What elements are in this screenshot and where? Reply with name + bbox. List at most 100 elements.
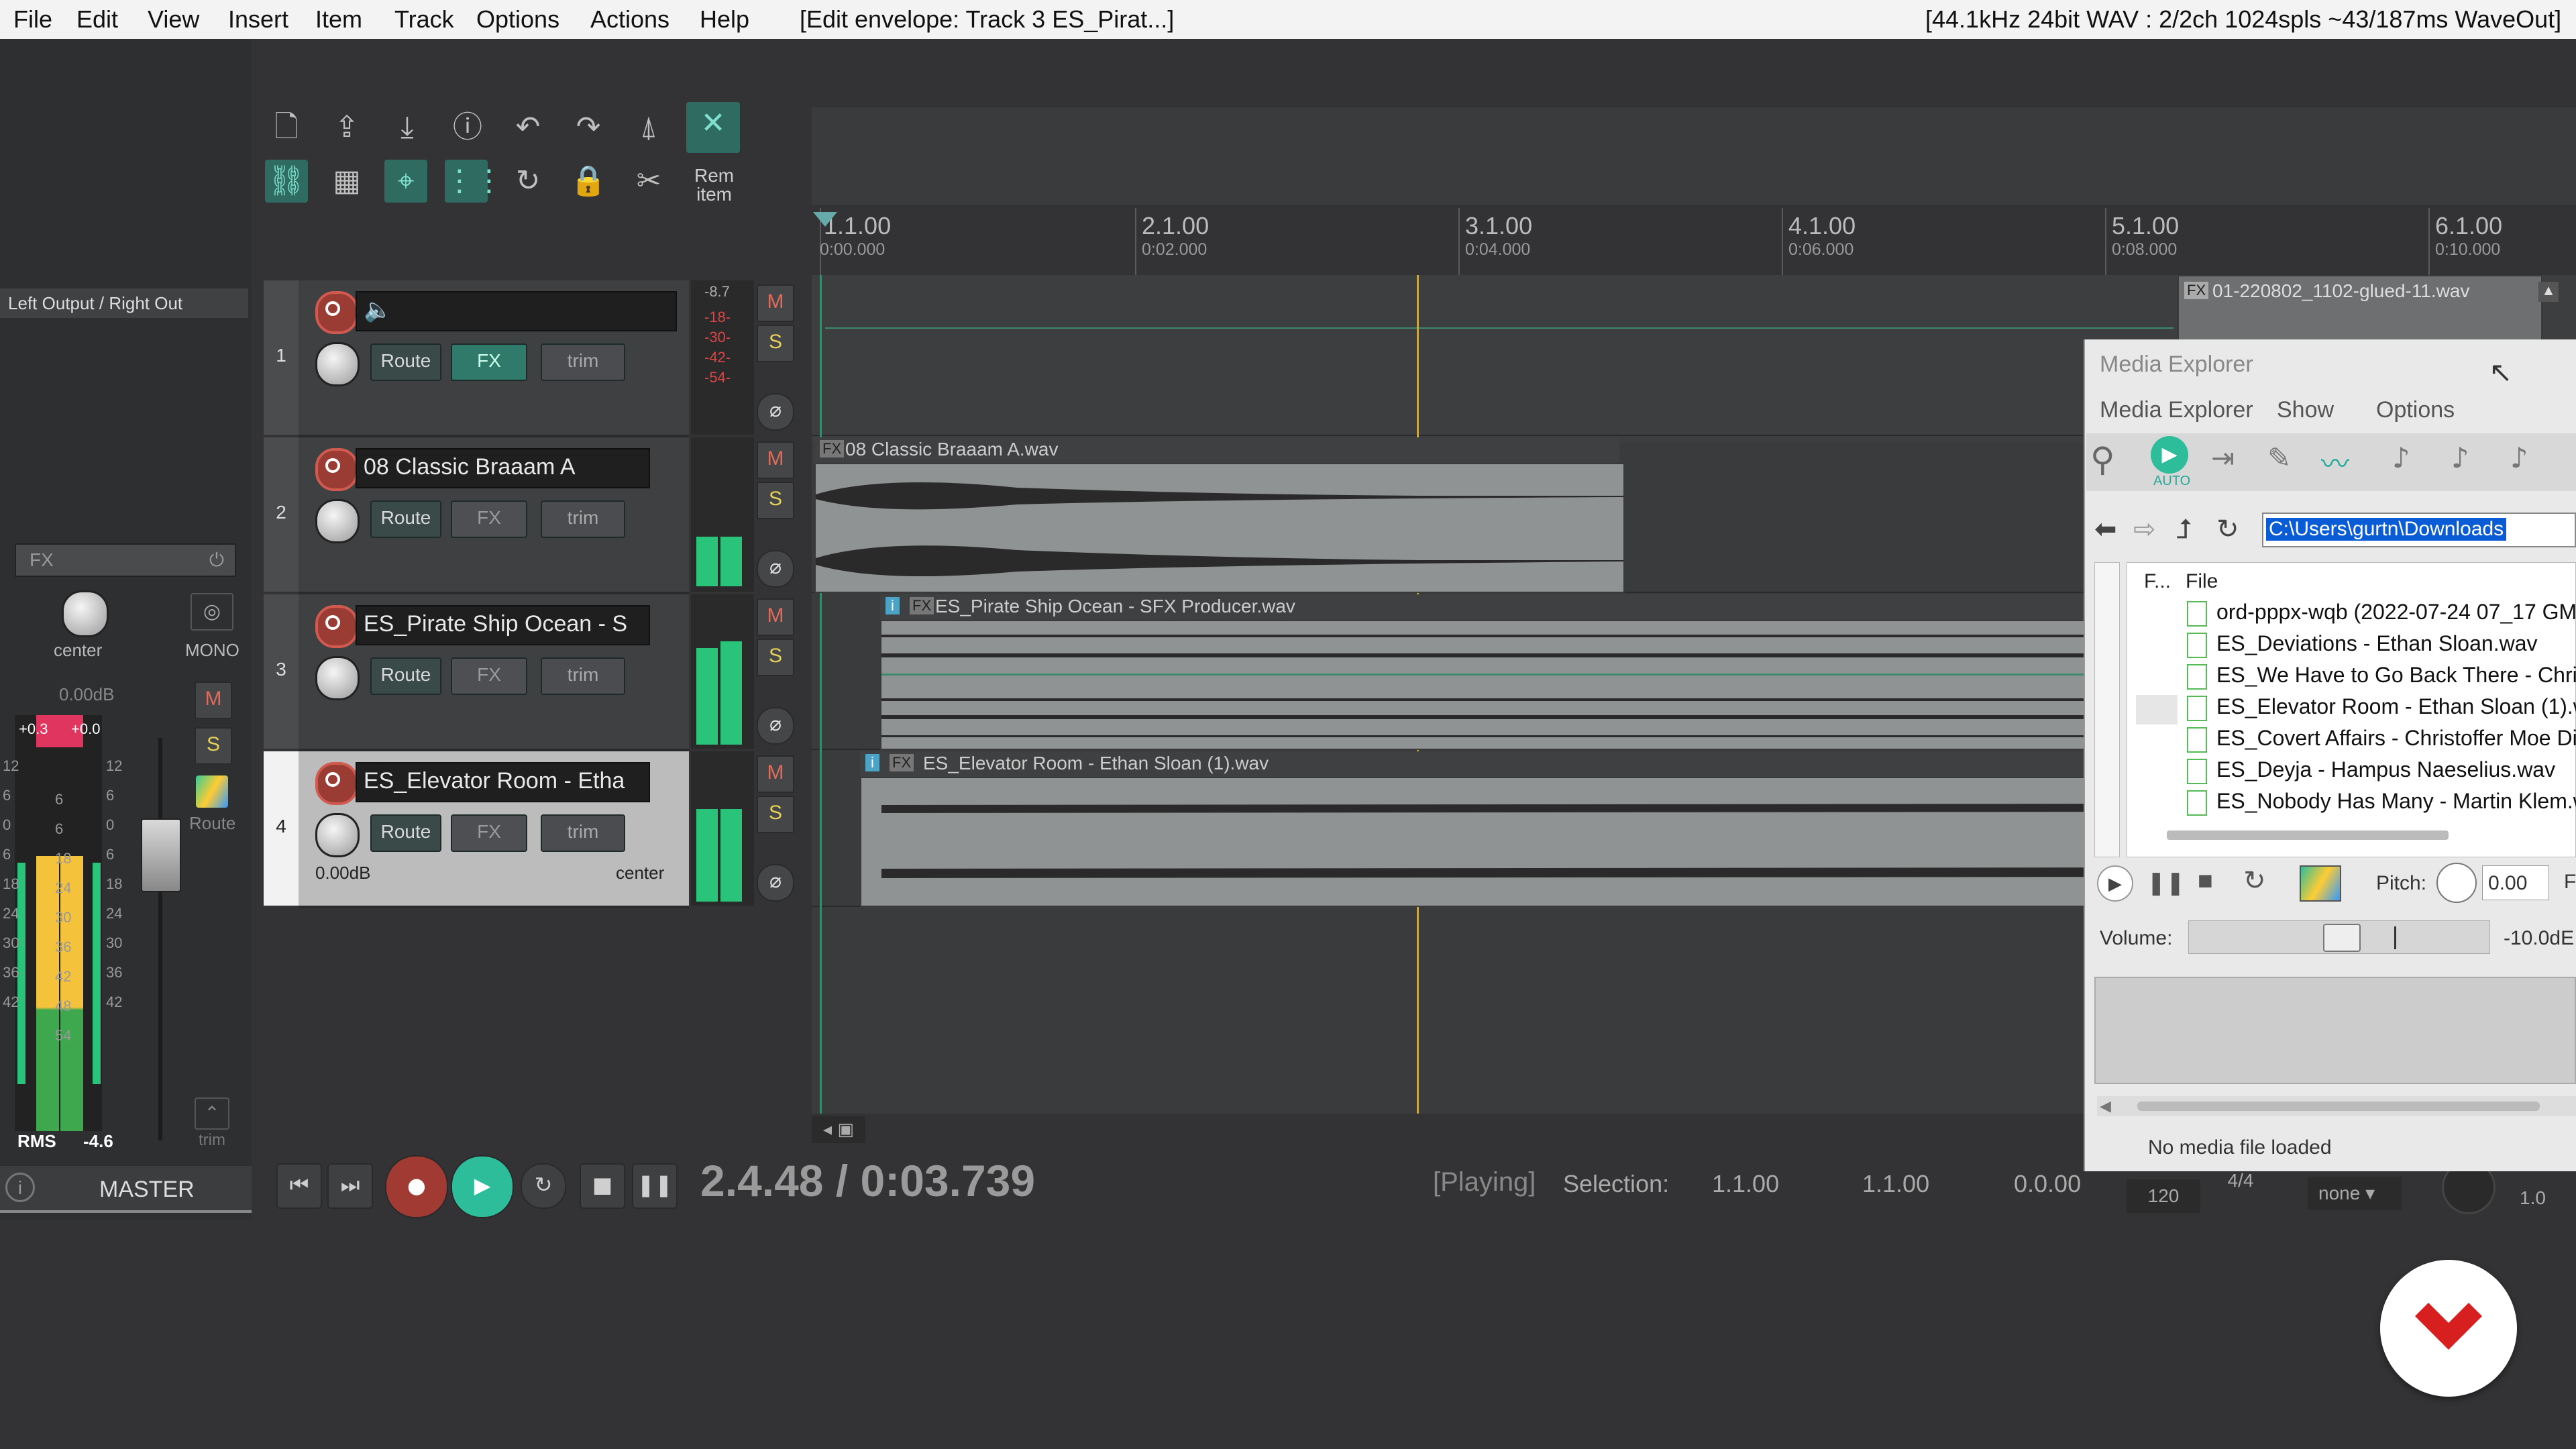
record-arm-button[interactable] xyxy=(315,448,358,491)
preview-stop-button[interactable]: ■ xyxy=(2198,867,2213,896)
media-item-pirate-ship[interactable] xyxy=(880,620,2178,750)
undo-icon[interactable]: ↶ xyxy=(506,106,549,149)
info-icon[interactable]: i xyxy=(5,1173,35,1202)
master-output-label[interactable]: Left Output / Right Out xyxy=(0,288,248,318)
mute-button[interactable]: M xyxy=(757,598,794,636)
search-icon[interactable]: ⚲ xyxy=(2090,440,2115,479)
fx-button[interactable]: FX xyxy=(451,500,527,538)
redo-icon[interactable]: ↷ xyxy=(567,106,610,149)
file-row[interactable]: ES_Nobody Has Many - Martin Klem.w xyxy=(2187,789,2576,820)
pitch-input[interactable]: 0.00 xyxy=(2482,865,2549,900)
volume-slider[interactable] xyxy=(2188,920,2490,954)
phase-icon[interactable]: ⌀ xyxy=(757,864,794,902)
volume-knob[interactable] xyxy=(315,813,360,857)
item-info-badge[interactable]: i xyxy=(885,597,900,614)
mute-button[interactable]: M xyxy=(757,755,794,793)
menu-actions[interactable]: Actions xyxy=(590,5,669,34)
menu-view[interactable]: View xyxy=(148,5,199,34)
selection-length[interactable]: 0.0.00 xyxy=(2014,1170,2081,1198)
preview-scroll-thumb[interactable] xyxy=(2137,1102,2540,1111)
item-fx-badge[interactable]: FX xyxy=(910,597,934,614)
column-header-file[interactable]: File xyxy=(2186,570,2218,593)
solo-button[interactable]: S xyxy=(757,482,794,519)
cursor-marker[interactable] xyxy=(813,212,837,227)
mute-button[interactable]: M xyxy=(757,441,794,479)
loop-icon[interactable]: ↻ xyxy=(506,160,549,203)
auto-play-icon[interactable]: ▶ xyxy=(2151,436,2188,474)
new-file-icon[interactable]: 🗋 xyxy=(265,106,308,149)
master-route-label[interactable]: Route xyxy=(189,813,235,834)
grid-icon[interactable]: ▦ xyxy=(325,160,368,203)
menu-track[interactable]: Track xyxy=(394,5,454,34)
solo-button[interactable]: S xyxy=(757,796,794,833)
audio-device-status[interactable]: [44.1kHz 24bit WAV : 2/2ch 1024spls ~43/… xyxy=(1925,5,2561,34)
track-name-field[interactable]: ES_Pirate Ship Ocean - S xyxy=(356,605,650,645)
track-number[interactable]: 4 xyxy=(264,751,299,906)
menu-item[interactable]: Item xyxy=(315,5,362,34)
route-button[interactable]: Route xyxy=(370,657,441,695)
timeline-ruler[interactable] xyxy=(812,205,2576,275)
save-down-icon[interactable]: ⤓ xyxy=(386,106,429,149)
master-solo-button[interactable]: S xyxy=(195,727,232,765)
cut-icon[interactable]: ✂ xyxy=(627,160,670,203)
column-header-f[interactable]: F... xyxy=(2144,570,2171,593)
menu-insert[interactable]: Insert xyxy=(228,5,288,34)
selection-start[interactable]: 1.1.00 xyxy=(1712,1170,1779,1198)
media-item-elevator-room[interactable] xyxy=(860,777,2178,907)
mute-button[interactable]: M xyxy=(757,284,794,322)
master-name-bar[interactable]: i MASTER xyxy=(0,1166,252,1213)
selection-end[interactable]: 1.1.00 xyxy=(1862,1170,1929,1198)
record-arm-button[interactable] xyxy=(315,291,358,334)
remove-item-button[interactable]: Rem item xyxy=(694,166,734,204)
record-arm-button[interactable] xyxy=(315,605,358,648)
volume-slider-handle[interactable] xyxy=(2323,924,2361,952)
media-item-braaam[interactable] xyxy=(814,463,1625,593)
route-button[interactable]: Route xyxy=(370,814,441,852)
preview-loop-icon[interactable]: ↻ xyxy=(2243,865,2266,896)
insert-icon[interactable]: ⇥ xyxy=(2211,441,2235,474)
solo-button[interactable]: S xyxy=(757,325,794,362)
file-row[interactable]: ES_Elevator Room - Ethan Sloan (1).w xyxy=(2187,694,2576,725)
preview-waveform-area[interactable] xyxy=(2094,977,2576,1084)
lock-icon[interactable]: 🔒 xyxy=(567,160,610,203)
record-arm-button[interactable] xyxy=(315,762,358,805)
item-fx-badge[interactable]: FX xyxy=(2184,282,2209,299)
menu-file[interactable]: File xyxy=(13,5,52,34)
refresh-icon[interactable]: ↻ xyxy=(2216,514,2239,545)
time-signature[interactable]: 4/4 xyxy=(2207,1170,2274,1203)
repeat-button[interactable]: ↻ xyxy=(521,1163,566,1209)
master-pan-knob[interactable] xyxy=(62,590,109,637)
phase-icon[interactable]: ⌀ xyxy=(757,707,794,745)
playrate-dropdown[interactable]: none ▾ xyxy=(2308,1177,2402,1210)
trim-icon[interactable]: ⌃ xyxy=(195,1097,229,1130)
go-start-button[interactable]: ⏮ xyxy=(276,1163,322,1209)
folder-tree-collapsed[interactable] xyxy=(2094,562,2120,857)
ripple-icon[interactable]: ✕ xyxy=(686,102,740,153)
tempo-double-icon[interactable]: ♪ xyxy=(2451,441,2469,474)
phase-icon[interactable]: ⌀ xyxy=(757,550,794,588)
file-row[interactable]: ES_Deviations - Ethan Sloan.wav xyxy=(2187,631,2576,662)
pitch-knob[interactable] xyxy=(2436,863,2477,903)
preview-scrollbar[interactable]: ◀ xyxy=(2097,1096,2576,1116)
forward-arrow-icon[interactable]: ⇨ xyxy=(2133,514,2156,545)
tempo-half-icon[interactable]: ♪ xyxy=(2510,441,2528,474)
solo-button[interactable]: S xyxy=(757,639,794,676)
snap-icon[interactable]: ⌖ xyxy=(384,160,427,203)
fx-button[interactable]: FX xyxy=(451,814,527,852)
volume-knob[interactable] xyxy=(315,342,360,386)
preview-pause-button[interactable]: ❚❚ xyxy=(2147,869,2185,896)
route-button[interactable]: Route xyxy=(370,500,441,538)
phase-icon[interactable]: ⌀ xyxy=(757,393,794,431)
file-row[interactable]: ES_Deyja - Hampus Naeselius.wav xyxy=(2187,757,2576,788)
trim-button[interactable]: trim xyxy=(541,343,625,381)
trim-button[interactable]: trim xyxy=(541,500,625,538)
fx-button[interactable]: FX xyxy=(451,657,527,695)
scroll-up-arrow-icon[interactable]: ▲ xyxy=(2538,282,2559,302)
save-up-icon[interactable]: ⇪ xyxy=(325,106,368,149)
trim-button[interactable]: trim xyxy=(541,814,625,852)
file-row[interactable]: ord-pppx-wqb (2022-07-24 07_17 GM xyxy=(2187,600,2576,631)
media-item-glued[interactable]: 01-220802_1102-glued-11.wav FX xyxy=(2178,275,2542,345)
pause-button[interactable]: ❚❚ xyxy=(632,1163,678,1209)
track-name-field[interactable]: 🔈 xyxy=(356,291,677,331)
menu-help[interactable]: Help xyxy=(700,5,749,34)
